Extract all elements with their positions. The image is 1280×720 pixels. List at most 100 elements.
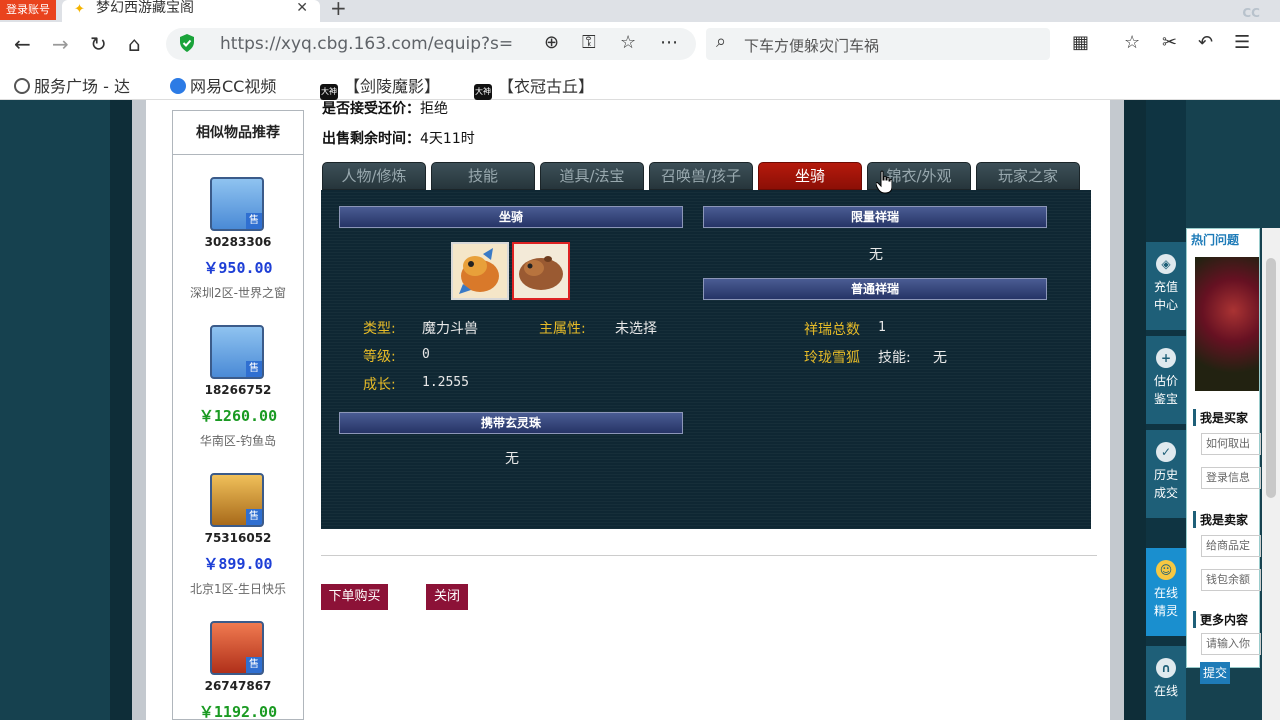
sidebar-item-recharge[interactable]: ◈ 充值 中心: [1146, 242, 1186, 330]
more-icon[interactable]: ⋯: [660, 32, 678, 53]
sidebar-label: 在线: [1153, 684, 1178, 698]
zoom-icon[interactable]: ⊕: [544, 32, 559, 53]
tab-items[interactable]: 道具/法宝: [540, 162, 644, 190]
faq-panel: 热门问题 我是买家 如何取出 登录信息 我是卖家 给商品定 钱包余额 更多内容 …: [1186, 228, 1261, 668]
item-price: ￥1192.00: [198, 703, 278, 720]
sidebar-label: 在线: [1153, 586, 1178, 600]
reload-icon[interactable]: ↻: [90, 32, 107, 56]
sidebar-item-sprite[interactable]: ☺ 在线 精灵: [1146, 548, 1186, 636]
hand-cursor-icon: [876, 170, 892, 194]
content-area: 相似物品推荐 售 30283306 ￥950.00 深圳2区-世界之窗 售 18…: [132, 100, 1124, 720]
service-sidebar: ◈ 充值 中心 + 估价 鉴宝 ✓ 历史 成交 ☺ 在线 精灵 ∩ 在线: [1146, 100, 1186, 720]
tab-home[interactable]: 玩家之家: [976, 162, 1080, 190]
browser-tab[interactable]: ✦ 梦幻西游藏宝阁 ✕: [62, 0, 320, 22]
star-icon[interactable]: ☆: [620, 32, 636, 53]
xiangrui-item-name: 玲珑雪狐: [804, 350, 860, 366]
mount-level-value: 0: [422, 347, 430, 362]
favorites-icon[interactable]: ☆: [1124, 32, 1140, 53]
mount-level-label: 等级:: [363, 349, 396, 365]
url-text[interactable]: https://xyq.cbg.163.com/equip?s=: [220, 34, 513, 54]
faq-link[interactable]: 如何取出: [1201, 433, 1261, 455]
sidebar-label: 精灵: [1153, 604, 1178, 618]
sidebar-item-online[interactable]: ∩ 在线: [1146, 646, 1186, 720]
submit-button[interactable]: 提交: [1200, 662, 1230, 684]
content-inner: 相似物品推荐 售 30283306 ￥950.00 深圳2区-世界之窗 售 18…: [146, 100, 1110, 720]
search-box[interactable]: ⌕ 下车方便躲灾门车祸: [706, 28, 1050, 60]
back-icon[interactable]: ←: [14, 32, 31, 56]
undo-icon[interactable]: ↶: [1198, 32, 1213, 53]
xuanling-header: 携带玄灵珠: [339, 412, 683, 434]
item-server: 华南区-钓鱼岛: [199, 434, 277, 448]
address-bar[interactable]: https://xyq.cbg.163.com/equip?s= ⊕ ⚿ ☆ ⋯: [166, 28, 696, 60]
seller-heading: 我是卖家: [1193, 511, 1248, 528]
scissors-icon[interactable]: ✂: [1162, 32, 1177, 53]
tab-mount[interactable]: 坐骑: [758, 162, 862, 190]
sell-badge: 售: [246, 361, 262, 377]
login-badge[interactable]: 登录账号: [0, 0, 56, 20]
close-button[interactable]: 关闭: [426, 584, 468, 610]
menu-icon[interactable]: ☰: [1234, 32, 1250, 53]
character-avatar[interactable]: 售: [210, 325, 264, 379]
bookmark-jianling[interactable]: 大神 【剑陵魔影】: [320, 73, 440, 100]
scrollbar[interactable]: [1262, 228, 1280, 720]
bookmark-yiguan[interactable]: 大神 【衣冠古丘】: [474, 73, 594, 100]
promo-image[interactable]: [1195, 257, 1259, 391]
item-server: 北京1区-生日快乐: [190, 582, 286, 596]
faq-link[interactable]: 登录信息: [1201, 467, 1261, 489]
character-avatar[interactable]: 售: [210, 473, 264, 527]
mount-icon-beast[interactable]: [512, 242, 570, 300]
sidebar-item-appraise[interactable]: + 估价 鉴宝: [1146, 336, 1186, 424]
character-avatar[interactable]: 售: [210, 177, 264, 231]
sprite-icon: ☺: [1156, 560, 1176, 580]
divider: [321, 555, 1097, 556]
tab-skills[interactable]: 技能: [431, 162, 535, 190]
cc-icon: [170, 78, 186, 94]
shield-icon: ◈: [1156, 254, 1176, 274]
mount-type-value: 魔力斗兽: [422, 321, 478, 337]
remaining-label: 出售剩余时间：: [322, 131, 420, 147]
mount-header: 坐骑: [339, 206, 683, 228]
tab-close-icon[interactable]: ✕: [296, 0, 308, 16]
page-background: 相似物品推荐 售 30283306 ￥950.00 深圳2区-世界之窗 售 18…: [0, 100, 1280, 720]
bargain-value: 拒绝: [420, 101, 448, 117]
sidebar-label: 成交: [1153, 486, 1178, 500]
tab-pets[interactable]: 召唤兽/孩子: [649, 162, 753, 190]
globe-icon: [14, 78, 30, 94]
apps-icon[interactable]: ▦: [1072, 32, 1089, 53]
character-avatar[interactable]: 售: [210, 621, 264, 675]
faq-link[interactable]: 钱包余额: [1201, 569, 1261, 591]
cc-logo: CC: [1242, 6, 1260, 20]
forward-icon[interactable]: →: [52, 32, 69, 56]
scrollbar-thumb[interactable]: [1266, 258, 1276, 498]
tab-character[interactable]: 人物/修炼: [322, 162, 426, 190]
mount-type-label: 类型:: [363, 321, 396, 337]
xiangrui-skill-value: 无: [933, 350, 947, 366]
bookmark-cc-video[interactable]: 网易CC视频: [170, 73, 276, 97]
new-tab-button[interactable]: +: [330, 0, 347, 20]
tab-title: 梦幻西游藏宝阁: [96, 0, 194, 16]
xiangrui-skill-label: 技能:: [878, 350, 911, 366]
bargain-label: 是否接受还价：: [322, 101, 420, 117]
sell-badge: 售: [246, 509, 262, 525]
mount-icon-dragon[interactable]: [451, 242, 509, 300]
faq-link[interactable]: 给商品定: [1201, 535, 1261, 557]
cbg-favicon-icon: ✦: [74, 2, 85, 17]
frame-left: [110, 100, 132, 720]
search-icon: ⌕: [716, 31, 727, 52]
buyer-heading: 我是买家: [1193, 409, 1248, 426]
home-icon[interactable]: ⌂: [128, 32, 141, 56]
key-icon[interactable]: ⚿: [582, 32, 596, 53]
item-id: 30283306: [204, 235, 272, 249]
remaining-time-info: 出售剩余时间：4天11时: [322, 128, 475, 148]
question-input[interactable]: 请输入你: [1201, 633, 1261, 655]
bookmark-service[interactable]: 服务广场 - 达: [14, 73, 130, 97]
sidebar-label: 鉴宝: [1153, 392, 1178, 406]
secure-shield-icon: [180, 34, 194, 52]
more-heading: 更多内容: [1193, 611, 1248, 628]
xuanling-value: 无: [505, 451, 519, 467]
buy-button[interactable]: 下单购买: [321, 584, 388, 610]
search-input[interactable]: 下车方便躲灾门车祸: [744, 35, 879, 56]
browser-tab-bar: 登录账号 ✦ 梦幻西游藏宝阁 ✕ + CC: [0, 0, 1280, 22]
sidebar-item-history[interactable]: ✓ 历史 成交: [1146, 430, 1186, 518]
headset-icon: ∩: [1156, 658, 1176, 678]
